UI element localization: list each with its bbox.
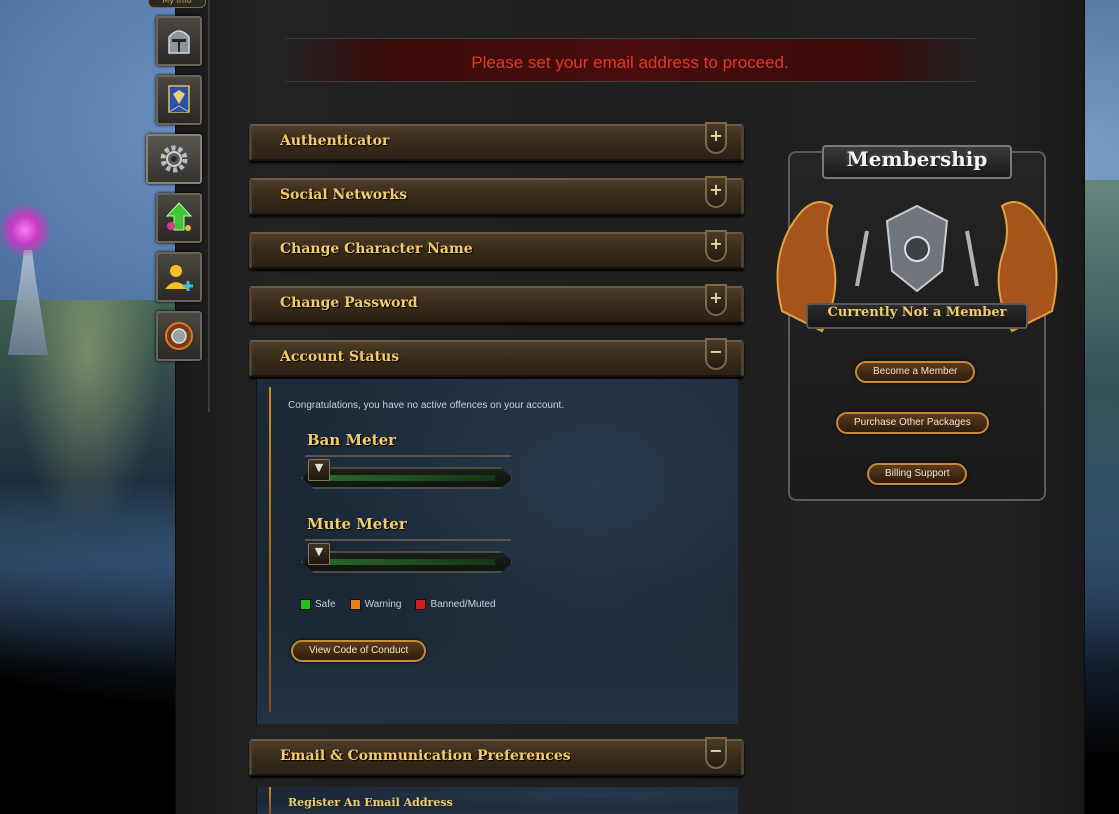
legend-warning: Warning <box>349 599 402 610</box>
billing-support-button[interactable]: Billing Support <box>867 463 968 485</box>
section-header-email-preferences[interactable]: Email & Communication Preferences − <box>249 737 744 776</box>
ban-meter-bar <box>301 467 513 489</box>
helmet-icon <box>168 30 190 54</box>
legend-label: Warning <box>364 599 402 610</box>
nav-button-character[interactable] <box>156 16 202 66</box>
add-friend-icon <box>165 265 193 291</box>
background-magic-glow <box>0 200 50 260</box>
section-title: Change Password <box>280 295 418 311</box>
account-status-panel: Congratulations, you have no active offe… <box>256 379 738 724</box>
section-header-change-password[interactable]: Change Password + <box>249 284 744 323</box>
notice-text: Please set your email address to proceed… <box>471 53 789 72</box>
expand-icon[interactable]: + <box>705 176 727 208</box>
section-header-social-networks[interactable]: Social Networks + <box>249 176 744 215</box>
banner-icon <box>168 85 190 113</box>
nav-button-security[interactable] <box>156 311 202 361</box>
nav-button-upgrade[interactable] <box>156 193 202 243</box>
membership-title: Membership <box>846 147 988 171</box>
account-status-message: Congratulations, you have no active offe… <box>288 400 565 411</box>
legend-label: Banned/Muted <box>430 599 496 610</box>
section-title: Social Networks <box>280 187 408 203</box>
mute-meter-track <box>317 559 495 565</box>
section-header-change-character-name[interactable]: Change Character Name + <box>249 230 744 269</box>
nav-button-clan[interactable] <box>156 75 202 125</box>
shield-orb-icon <box>165 322 193 350</box>
membership-status: Currently Not a Member <box>827 305 1007 320</box>
panel-rail <box>269 787 271 814</box>
section-title: Change Character Name <box>280 241 473 257</box>
expand-icon[interactable]: + <box>705 284 727 316</box>
collapse-icon[interactable]: − <box>705 338 727 370</box>
ban-meter-divider <box>305 455 511 457</box>
mute-meter-title: Mute Meter <box>307 515 407 533</box>
upgrade-arrow-icon <box>165 202 193 231</box>
legend-label: Safe <box>315 599 336 610</box>
panel-rail <box>269 387 271 712</box>
email-preferences-panel: Register An Email Address <box>256 787 738 814</box>
section-title: Account Status <box>280 349 400 365</box>
safe-swatch-icon <box>300 599 311 610</box>
notice-banner: Please set your email address to proceed… <box>285 38 975 82</box>
membership-panel: Membership Currently Not a Member Become… <box>776 133 1058 521</box>
register-email-heading: Register An Email Address <box>288 796 453 809</box>
become-member-button[interactable]: Become a Member <box>855 361 976 383</box>
legend-safe: Safe <box>300 599 336 610</box>
view-code-of-conduct-button[interactable]: View Code of Conduct <box>291 640 427 662</box>
section-header-account-status[interactable]: Account Status − <box>249 338 744 377</box>
meter-legend: Safe Warning Banned/Muted <box>300 599 496 610</box>
nav-button-friends[interactable] <box>156 252 202 302</box>
mute-meter-bar <box>301 551 513 573</box>
expand-icon[interactable]: + <box>705 230 727 262</box>
section-title: Email & Communication Preferences <box>280 748 571 764</box>
nav-tab-my-info[interactable]: My Info <box>148 0 206 8</box>
nav-button-settings[interactable] <box>146 134 202 184</box>
ban-meter-marker-icon: ▼ <box>308 459 330 481</box>
section-header-authenticator[interactable]: Authenticator + <box>249 122 744 161</box>
ban-meter-title: Ban Meter <box>307 431 397 449</box>
legend-banned: Banned/Muted <box>415 599 496 610</box>
ban-meter-track <box>317 475 495 481</box>
mute-meter-marker-icon: ▼ <box>308 543 330 565</box>
mute-meter-divider <box>305 539 511 541</box>
expand-icon[interactable]: + <box>705 122 727 154</box>
background-landscape-right <box>1085 180 1119 600</box>
collapse-icon[interactable]: − <box>705 737 727 769</box>
purchase-packages-button[interactable]: Purchase Other Packages <box>836 412 989 434</box>
gear-icon <box>160 145 188 173</box>
section-title: Authenticator <box>280 133 390 149</box>
warning-swatch-icon <box>349 599 361 610</box>
banned-swatch-icon <box>415 599 427 610</box>
